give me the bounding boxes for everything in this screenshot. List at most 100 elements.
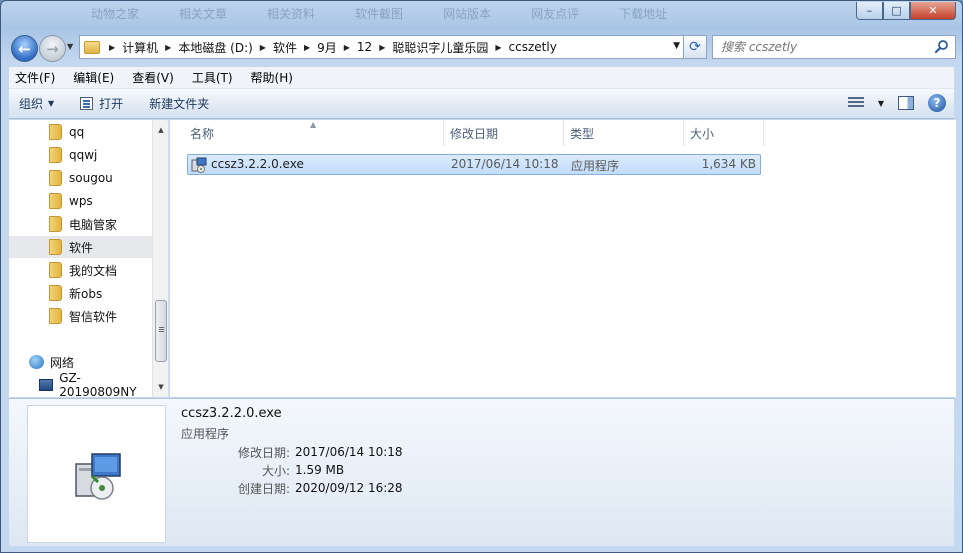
forward-arrow-icon: → (46, 39, 59, 58)
tree-item-label: GZ-20190809NY (59, 371, 137, 397)
background-tab: 相关资料 (267, 7, 316, 21)
breadcrumb-app-folder[interactable]: 聪聪识字儿童乐园 (392, 39, 488, 56)
detail-properties: 修改日期: 2017/06/14 10:18 大小: 1.59 MB 创建日期:… (181, 443, 403, 497)
tree-item-label: 新obs (69, 286, 103, 301)
open-icon (80, 97, 94, 110)
tree-item-label: sougou (69, 171, 113, 185)
chevron-right-icon[interactable]: ▶ (304, 43, 310, 52)
chevron-right-icon[interactable]: ▶ (260, 43, 266, 52)
background-tab: 网站版本 (443, 7, 492, 21)
tree-item-pc-manager[interactable]: 电脑管家 (9, 213, 152, 235)
tree-item-sougou[interactable]: sougou (9, 167, 152, 189)
tree-item-new-obs[interactable]: 新obs (9, 282, 152, 304)
scrollbar-thumb[interactable] (155, 300, 167, 362)
detail-label: 大小: (261, 463, 290, 478)
open-button[interactable]: 打开 (80, 95, 123, 112)
search-icon[interactable] (934, 39, 950, 55)
breadcrumb-software[interactable]: 软件 (273, 39, 297, 56)
network-icon (29, 355, 44, 369)
breadcrumb-12[interactable]: 12 (357, 40, 372, 54)
file-thumbnail (27, 405, 166, 543)
file-list-pane: 名称 ▲ 修改日期 类型 大小 ccsz3.2.2.0.exe 2017/06/… (170, 120, 956, 397)
organize-button[interactable]: 组织 ▼ (19, 95, 54, 112)
preview-pane-icon[interactable] (898, 96, 914, 110)
chevron-right-icon[interactable]: ▶ (109, 43, 115, 52)
tree-item-label: 智信软件 (69, 309, 118, 324)
nav-scrollbar[interactable]: ▲ ▼ (152, 120, 168, 397)
tree-item-software[interactable]: 软件 (9, 236, 152, 258)
minimize-button[interactable]: – (856, 2, 883, 20)
help-icon[interactable]: ? (928, 94, 946, 112)
tree-item-computer[interactable]: GZ-20190809NY (9, 371, 152, 397)
tree-item-qqwj[interactable]: qqwj (9, 144, 152, 166)
breadcrumb-drive-d[interactable]: 本地磁盘 (D:) (178, 39, 252, 56)
column-header-name[interactable]: 名称 ▲ (184, 120, 444, 146)
installer-icon (191, 157, 207, 173)
breadcrumb-ccszetly[interactable]: ccszetly (509, 40, 557, 54)
refresh-button[interactable]: ⟳ (683, 35, 707, 59)
column-header-label: 类型 (570, 126, 595, 141)
file-type: 应用程序 (571, 159, 620, 173)
column-header-modified[interactable]: 修改日期 (444, 120, 564, 146)
computer-icon (39, 379, 54, 391)
folder-icon (49, 124, 62, 140)
menu-help[interactable]: 帮助(H) (251, 69, 293, 86)
column-header-label: 大小 (690, 126, 715, 141)
tree-item-my-documents[interactable]: 我的文档 (9, 259, 152, 281)
breadcrumb-computer[interactable]: 计算机 (122, 39, 158, 56)
tree-item-label: wps (69, 194, 93, 208)
column-header-size[interactable]: 大小 (684, 120, 764, 146)
chevron-down-icon[interactable]: ▼ (673, 41, 680, 51)
tree-item-zhixin-software[interactable]: 智信软件 (9, 305, 152, 327)
close-button[interactable]: ✕ (910, 2, 956, 20)
tree-item-label: qq (69, 125, 85, 139)
background-tab-strip: 动物之家 相关文章 相关资料 软件截图 网站版本 网友点评 下载地址 (91, 5, 802, 23)
search-input[interactable] (721, 40, 921, 54)
tree-item-wps[interactable]: wps (9, 190, 152, 212)
detail-label: 修改日期: (237, 445, 290, 460)
recent-pages-dropdown[interactable]: ▼ (67, 42, 73, 51)
back-button[interactable]: ← (11, 35, 38, 62)
chevron-down-icon[interactable]: ▼ (878, 99, 884, 108)
background-tab: 动物之家 (91, 7, 140, 21)
background-tab: 软件截图 (355, 7, 404, 21)
chevron-right-icon[interactable]: ▶ (379, 43, 385, 52)
folder-icon (49, 216, 62, 232)
menu-edit[interactable]: 编辑(E) (73, 69, 114, 86)
tree-item-label: qqwj (69, 148, 98, 162)
explorer-window: 动物之家 相关文章 相关资料 软件截图 网站版本 网友点评 下载地址 – □ ✕… (0, 0, 963, 553)
folder-icon (49, 239, 62, 255)
search-box[interactable] (712, 35, 956, 59)
tree-item-qq[interactable]: qq (9, 121, 152, 143)
maximize-icon: □ (891, 4, 902, 17)
tree-item-network[interactable]: 网络 (9, 351, 152, 373)
column-headers: 名称 ▲ 修改日期 类型 大小 (184, 120, 764, 146)
folder-icon (49, 262, 62, 278)
scroll-down-icon[interactable]: ▼ (153, 379, 168, 395)
folder-icon (49, 193, 62, 209)
chevron-right-icon[interactable]: ▶ (495, 43, 501, 52)
menu-view[interactable]: 查看(V) (132, 69, 174, 86)
views-icon[interactable] (847, 97, 864, 109)
chevron-right-icon[interactable]: ▶ (344, 43, 350, 52)
forward-button[interactable]: → (39, 35, 66, 62)
new-folder-button[interactable]: 新建文件夹 (149, 95, 209, 112)
chevron-right-icon[interactable]: ▶ (165, 43, 171, 52)
background-tab: 下载地址 (619, 7, 668, 21)
maximize-button[interactable]: □ (883, 2, 910, 20)
menu-tools[interactable]: 工具(T) (192, 69, 233, 86)
file-size: 1,634 KB (701, 157, 756, 171)
menu-file[interactable]: 文件(F) (15, 69, 55, 86)
tree-item-label: 电脑管家 (69, 217, 118, 232)
breadcrumb-september[interactable]: 9月 (317, 39, 337, 56)
detail-file-name: ccsz3.2.2.0.exe (181, 406, 282, 421)
table-row[interactable]: ccsz3.2.2.0.exe 2017/06/14 10:18 应用程序 1,… (187, 154, 761, 175)
caption-buttons: – □ ✕ (856, 2, 956, 20)
folder-icon (49, 308, 62, 324)
scroll-up-icon[interactable]: ▲ (153, 122, 168, 138)
sort-ascending-icon: ▲ (310, 120, 317, 129)
background-tab: 相关文章 (179, 7, 228, 21)
folder-icon (84, 40, 100, 54)
column-header-type[interactable]: 类型 (564, 120, 684, 146)
address-bar[interactable]: ▶ 计算机 ▶ 本地磁盘 (D:) ▶ 软件 ▶ 9月 ▶ 12 ▶ 聪聪识字儿… (79, 35, 685, 59)
